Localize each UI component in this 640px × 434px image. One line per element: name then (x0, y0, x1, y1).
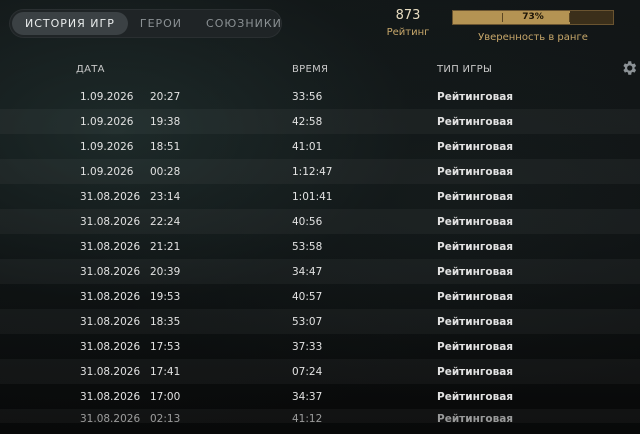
match-date: 31.08.2026 (80, 391, 141, 403)
match-list: 1.09.2026 20:27 33:56 Рейтинговая 1.09.2026 1… (0, 84, 640, 423)
match-type: Рейтинговая (437, 191, 514, 203)
gear-icon[interactable] (620, 59, 638, 77)
match-time: 17:00 (150, 391, 181, 403)
table-header: ДАТА ВРЕМЯ ТИП ИГРЫ (0, 58, 640, 80)
match-type: Рейтинговая (437, 141, 514, 153)
match-type: Рейтинговая (437, 241, 514, 253)
match-type: Рейтинговая (437, 341, 514, 353)
table-row[interactable]: 31.08.2026 19:53 40:57 Рейтинговая (0, 284, 640, 309)
column-header-duration: ВРЕМЯ (292, 64, 329, 75)
match-date: 1.09.2026 (80, 116, 134, 128)
match-duration: 41:01 (292, 141, 323, 153)
match-date: 1.09.2026 (80, 141, 134, 153)
match-type: Рейтинговая (437, 366, 514, 378)
match-type: Рейтинговая (437, 266, 514, 278)
match-duration: 40:56 (292, 216, 323, 228)
match-type: Рейтинговая (437, 316, 514, 328)
match-date: 1.09.2026 (80, 166, 134, 178)
match-duration: 34:47 (292, 266, 323, 278)
tab-bar: ИСТОРИЯ ИГР ГЕРОИ СОЮЗНИКИ (9, 9, 282, 38)
column-header-game-type: ТИП ИГРЫ (437, 64, 493, 75)
match-type: Рейтинговая (437, 216, 514, 228)
table-row[interactable]: 31.08.2026 22:24 40:56 Рейтинговая (0, 209, 640, 234)
table-row[interactable]: 31.08.2026 21:21 53:58 Рейтинговая (0, 234, 640, 259)
match-duration: 34:37 (292, 391, 323, 403)
match-date: 31.08.2026 (80, 366, 141, 378)
match-type: Рейтинговая (437, 166, 514, 178)
rating-block: 873 Рейтинг (382, 8, 434, 38)
match-type: Рейтинговая (437, 391, 514, 403)
match-duration: 53:07 (292, 316, 323, 328)
match-type: Рейтинговая (437, 116, 514, 128)
confidence-bar: 73% (452, 10, 614, 25)
confidence-percent: 73% (522, 12, 544, 22)
rating-label: Рейтинг (386, 27, 430, 38)
match-time: 17:41 (150, 366, 181, 378)
table-row[interactable]: 1.09.2026 20:27 33:56 Рейтинговая (0, 84, 640, 109)
match-time: 18:51 (150, 141, 181, 153)
match-duration: 42:58 (292, 116, 323, 128)
match-type: Рейтинговая (437, 413, 514, 423)
tab-match-history[interactable]: ИСТОРИЯ ИГР (12, 12, 128, 35)
column-header-date: ДАТА (76, 64, 105, 75)
table-row[interactable]: 31.08.2026 18:35 53:07 Рейтинговая (0, 309, 640, 334)
match-date: 31.08.2026 (80, 266, 141, 278)
table-row[interactable]: 31.08.2026 20:39 34:47 Рейтинговая (0, 259, 640, 284)
match-time: 02:13 (150, 413, 181, 423)
match-duration: 53:58 (292, 241, 323, 253)
table-row[interactable]: 31.08.2026 23:14 1:01:41 Рейтинговая (0, 184, 640, 209)
match-date: 31.08.2026 (80, 216, 141, 228)
match-duration: 41:12 (292, 413, 323, 423)
match-time: 19:38 (150, 116, 181, 128)
table-row[interactable]: 1.09.2026 00:28 1:12:47 Рейтинговая (0, 159, 640, 184)
match-time: 19:53 (150, 291, 181, 303)
match-date: 1.09.2026 (80, 91, 134, 103)
match-time: 21:21 (150, 241, 181, 253)
match-time: 20:39 (150, 266, 181, 278)
table-row[interactable]: 31.08.2026 02:13 41:12 Рейтинговая (0, 409, 640, 423)
match-duration: 1:12:47 (292, 166, 333, 178)
table-row[interactable]: 31.08.2026 17:00 34:37 Рейтинговая (0, 384, 640, 409)
match-time: 17:53 (150, 341, 181, 353)
match-time: 20:27 (150, 91, 181, 103)
match-date: 31.08.2026 (80, 191, 141, 203)
match-date: 31.08.2026 (80, 341, 141, 353)
match-time: 23:14 (150, 191, 181, 203)
match-date: 31.08.2026 (80, 241, 141, 253)
table-row[interactable]: 1.09.2026 19:38 42:58 Рейтинговая (0, 109, 640, 134)
tab-heroes[interactable]: ГЕРОИ (128, 12, 194, 35)
match-duration: 1:01:41 (292, 191, 333, 203)
match-time: 00:28 (150, 166, 181, 178)
match-time: 22:24 (150, 216, 181, 228)
tab-allies[interactable]: СОЮЗНИКИ (194, 12, 294, 35)
match-type: Рейтинговая (437, 91, 514, 103)
match-time: 18:35 (150, 316, 181, 328)
confidence-label: Уверенность в ранге (478, 32, 588, 43)
match-duration: 33:56 (292, 91, 323, 103)
match-date: 31.08.2026 (80, 291, 141, 303)
match-duration: 07:24 (292, 366, 323, 378)
match-date: 31.08.2026 (80, 316, 141, 328)
match-duration: 40:57 (292, 291, 323, 303)
match-type: Рейтинговая (437, 291, 514, 303)
table-row[interactable]: 1.09.2026 18:51 41:01 Рейтинговая (0, 134, 640, 159)
table-row[interactable]: 31.08.2026 17:53 37:33 Рейтинговая (0, 334, 640, 359)
match-date: 31.08.2026 (80, 413, 141, 423)
match-duration: 37:33 (292, 341, 323, 353)
rating-value: 873 (395, 8, 421, 23)
table-row[interactable]: 31.08.2026 17:41 07:24 Рейтинговая (0, 359, 640, 384)
